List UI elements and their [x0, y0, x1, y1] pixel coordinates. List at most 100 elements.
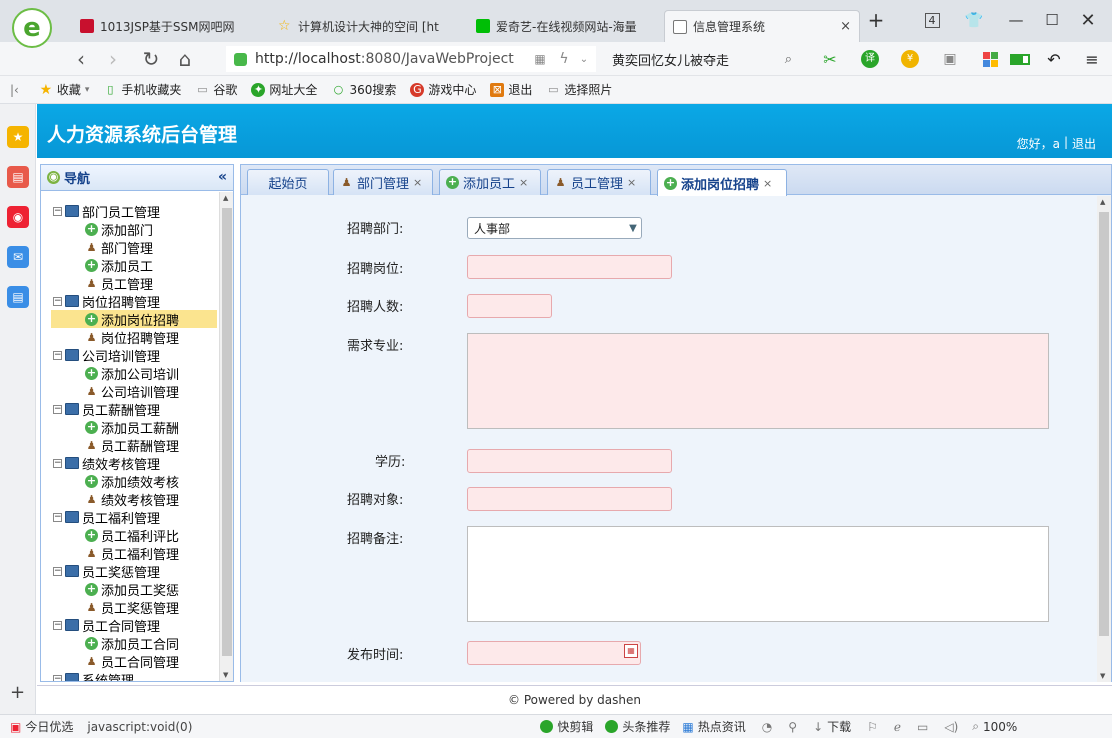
bookmark-favorites[interactable]: ★ 收藏 ▾: [39, 81, 90, 98]
coin-icon[interactable]: ¥: [900, 49, 920, 69]
bookmark-360[interactable]: ○ 360搜索: [331, 81, 397, 98]
ie-icon[interactable]: ℯ: [894, 720, 901, 734]
window-icon[interactable]: ▭: [917, 720, 928, 734]
add-sidebar-icon[interactable]: +: [10, 682, 25, 703]
headline[interactable]: 头条推荐: [605, 718, 670, 735]
lightning-icon[interactable]: ϟ: [554, 49, 574, 69]
bookmark-exit[interactable]: ⊠ 退出: [490, 81, 532, 98]
mail-icon[interactable]: ✉: [7, 246, 29, 268]
nav-group[interactable]: − 部门员工管理: [41, 202, 219, 221]
sidebar-toggle-icon[interactable]: |‹: [10, 83, 19, 97]
browser-tab[interactable]: 爱奇艺-在线视频网站-海量: [468, 10, 662, 42]
collapse-toggle-icon[interactable]: −: [53, 512, 62, 522]
apps-icon[interactable]: [980, 49, 1000, 69]
scissors-icon[interactable]: ✂: [820, 49, 840, 69]
nav-item[interactable]: ♟ 岗位招聘管理: [41, 328, 219, 347]
battery-icon[interactable]: [1010, 49, 1030, 69]
scroll-thumb[interactable]: [222, 208, 232, 656]
tab-count-button[interactable]: 4: [916, 8, 948, 32]
nav-item[interactable]: ♟ 部门管理: [41, 238, 219, 257]
content-scrollbar[interactable]: ▲ ▼: [1097, 196, 1111, 682]
qr-icon[interactable]: ▦: [530, 49, 550, 69]
collapse-toggle-icon[interactable]: −: [53, 404, 62, 414]
collapse-toggle-icon[interactable]: −: [53, 350, 62, 360]
zoom[interactable]: ⌕ 100%: [972, 719, 1017, 734]
pin-icon[interactable]: ⚲: [788, 720, 797, 734]
undo-icon[interactable]: ↶: [1044, 49, 1064, 69]
nav-group[interactable]: − 员工奖惩管理: [41, 562, 219, 581]
collapse-toggle-icon[interactable]: −: [53, 620, 62, 630]
home-icon[interactable]: ⌂: [172, 46, 198, 72]
tab-close-icon[interactable]: ×: [627, 176, 636, 189]
tab-close-icon[interactable]: ×: [519, 176, 528, 189]
nav-item-selected[interactable]: + 添加岗位招聘: [51, 310, 217, 329]
weibo-icon[interactable]: ◉: [7, 206, 29, 228]
new-tab-button[interactable]: +: [860, 8, 892, 32]
bookmark-games[interactable]: G 游戏中心: [410, 81, 476, 98]
remark-textarea[interactable]: [467, 526, 1049, 622]
volume-icon[interactable]: ◁): [944, 720, 958, 734]
nav-item[interactable]: ♟ 员工薪酬管理: [41, 436, 219, 455]
screenshot-icon[interactable]: ▣: [940, 49, 960, 69]
bookmark-mobile[interactable]: ▯ 手机收藏夹: [103, 81, 181, 98]
education-input[interactable]: [467, 449, 672, 473]
bookmark-photos[interactable]: ▭ 选择照片: [546, 81, 612, 98]
calendar-icon[interactable]: ▦: [624, 644, 638, 658]
collapse-toggle-icon[interactable]: −: [53, 458, 62, 468]
minimize-icon[interactable]: —: [1000, 8, 1032, 32]
document-icon[interactable]: ▤: [7, 286, 29, 308]
nav-group[interactable]: − 系统管理: [41, 670, 219, 681]
nav-group[interactable]: − 绩效考核管理: [41, 454, 219, 473]
menu-icon[interactable]: ≡: [1082, 49, 1102, 69]
nav-item[interactable]: ♟ 员工奖惩管理: [41, 598, 219, 617]
collapse-toggle-icon[interactable]: −: [53, 296, 62, 306]
position-input[interactable]: [467, 255, 672, 279]
nav-group[interactable]: − 公司培训管理: [41, 346, 219, 365]
flag-icon[interactable]: ⚐: [867, 720, 878, 734]
favorites-star-icon[interactable]: ★: [7, 126, 29, 148]
browser-logo-icon[interactable]: e: [12, 8, 52, 48]
maximize-icon[interactable]: ☐: [1036, 8, 1068, 32]
nav-item[interactable]: + 添加员工奖惩: [41, 580, 219, 599]
nav-item[interactable]: ♟ 绩效考核管理: [41, 490, 219, 509]
tab-add-recruitment[interactable]: + 添加岗位招聘 ×: [657, 169, 787, 196]
nav-item[interactable]: + 添加员工合同: [41, 634, 219, 653]
headcount-input[interactable]: [467, 294, 552, 318]
collapse-toggle-icon[interactable]: −: [53, 566, 62, 576]
hot-news[interactable]: ▦ 热点资讯: [682, 718, 745, 735]
collapse-icon[interactable]: «: [218, 169, 227, 185]
nav-item[interactable]: + 添加绩效考核: [41, 472, 219, 491]
close-window-icon[interactable]: ✕: [1072, 8, 1104, 32]
collapse-toggle-icon[interactable]: −: [53, 206, 62, 216]
browser-tab-active[interactable]: 信息管理系统 ×: [664, 10, 860, 42]
nav-item[interactable]: ♟ 员工管理: [41, 274, 219, 293]
nav-item[interactable]: + 添加员工: [41, 256, 219, 275]
scroll-thumb[interactable]: [1099, 212, 1109, 636]
download[interactable]: ↓ 下载: [813, 718, 851, 735]
search-input[interactable]: 黄奕回忆女儿被夺走 ⌕: [604, 46, 800, 72]
tab-close-icon[interactable]: ×: [413, 176, 422, 189]
collapse-toggle-icon[interactable]: −: [53, 674, 62, 681]
tab-employee-management[interactable]: ♟ 员工管理 ×: [547, 169, 651, 195]
nav-item[interactable]: + 添加公司培训: [41, 364, 219, 383]
quick-cut[interactable]: 快剪辑: [540, 718, 593, 735]
close-tab-icon[interactable]: ×: [840, 19, 851, 34]
speed-icon[interactable]: ◔: [762, 720, 772, 734]
today-picks[interactable]: ▣ 今日优选: [10, 718, 73, 735]
browser-tab[interactable]: ☆ 计算机设计大神的空间 [ht: [270, 10, 466, 42]
major-textarea[interactable]: [467, 333, 1049, 429]
department-select[interactable]: 人事部 ▼: [467, 217, 642, 239]
news-icon[interactable]: ▤: [7, 166, 29, 188]
back-icon[interactable]: ‹: [68, 46, 94, 72]
bookmark-google[interactable]: ▭ 谷歌: [195, 81, 237, 98]
chevron-down-icon[interactable]: ⌄: [574, 49, 594, 69]
tab-department-management[interactable]: ♟ 部门管理 ×: [333, 169, 433, 195]
browser-tab[interactable]: 1013JSP基于SSM网吧网: [72, 10, 268, 42]
logout-link[interactable]: 退出: [1072, 135, 1096, 152]
refresh-icon[interactable]: ↻: [138, 46, 164, 72]
forward-icon[interactable]: ›: [100, 46, 126, 72]
nav-item[interactable]: ♟ 员工福利管理: [41, 544, 219, 563]
nav-group[interactable]: − 员工福利管理: [41, 508, 219, 527]
nav-item[interactable]: + 添加员工薪酬: [41, 418, 219, 437]
search-icon[interactable]: ⌕: [785, 52, 792, 67]
